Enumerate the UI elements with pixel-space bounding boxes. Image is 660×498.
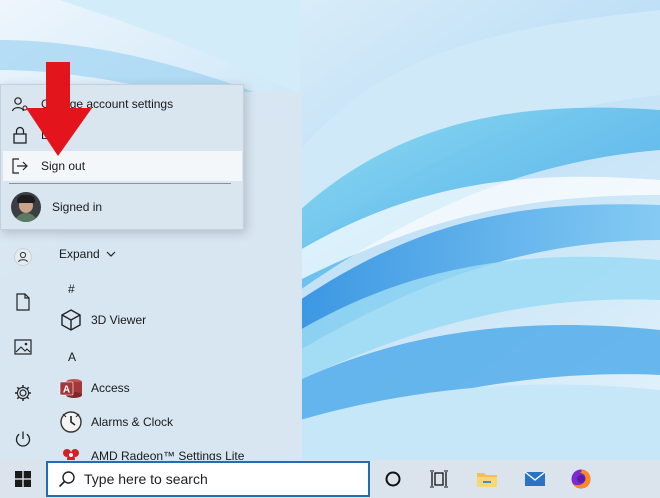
app-access[interactable]: A Access: [58, 374, 298, 402]
sign-out-icon: [5, 157, 35, 175]
app-alarms-clock[interactable]: Alarms & Clock: [58, 408, 298, 436]
mail-icon[interactable]: [520, 464, 550, 494]
app-label: Alarms & Clock: [91, 415, 174, 429]
app-label: Access: [91, 381, 130, 395]
power-icon[interactable]: [8, 424, 38, 454]
menu-divider: [9, 183, 231, 184]
section-header-hash[interactable]: #: [68, 282, 75, 296]
access-icon: A: [58, 375, 84, 401]
documents-icon[interactable]: [8, 287, 38, 317]
search-input[interactable]: [84, 466, 354, 492]
pictures-icon[interactable]: [8, 332, 38, 362]
user-icon[interactable]: [8, 242, 38, 272]
arrow-down-icon: [26, 62, 92, 156]
app-3d-viewer[interactable]: 3D Viewer: [58, 306, 298, 334]
task-view-icon[interactable]: [424, 464, 454, 494]
avatar: [11, 192, 41, 222]
section-header-a[interactable]: A: [68, 350, 76, 364]
file-explorer-icon[interactable]: [472, 464, 502, 494]
cortana-icon[interactable]: [378, 464, 408, 494]
menu-item-label: Sign out: [41, 159, 86, 173]
expand-button[interactable]: Expand: [59, 244, 116, 264]
taskbar-search[interactable]: [46, 461, 370, 497]
alarms-clock-icon: [58, 409, 84, 435]
firefox-icon[interactable]: [566, 464, 596, 494]
app-label: 3D Viewer: [91, 313, 147, 327]
user-status: Signed in: [52, 200, 103, 214]
settings-icon[interactable]: [8, 378, 38, 408]
taskbar: [0, 460, 660, 498]
expand-label: Expand: [59, 247, 100, 261]
windows-start-icon[interactable]: [8, 464, 38, 494]
3d-viewer-icon: [58, 307, 84, 333]
user-account-row[interactable]: Signed in: [11, 191, 102, 223]
svg-text:A: A: [63, 385, 70, 396]
chevron-down-icon: [106, 251, 116, 257]
search-icon: [58, 470, 76, 488]
